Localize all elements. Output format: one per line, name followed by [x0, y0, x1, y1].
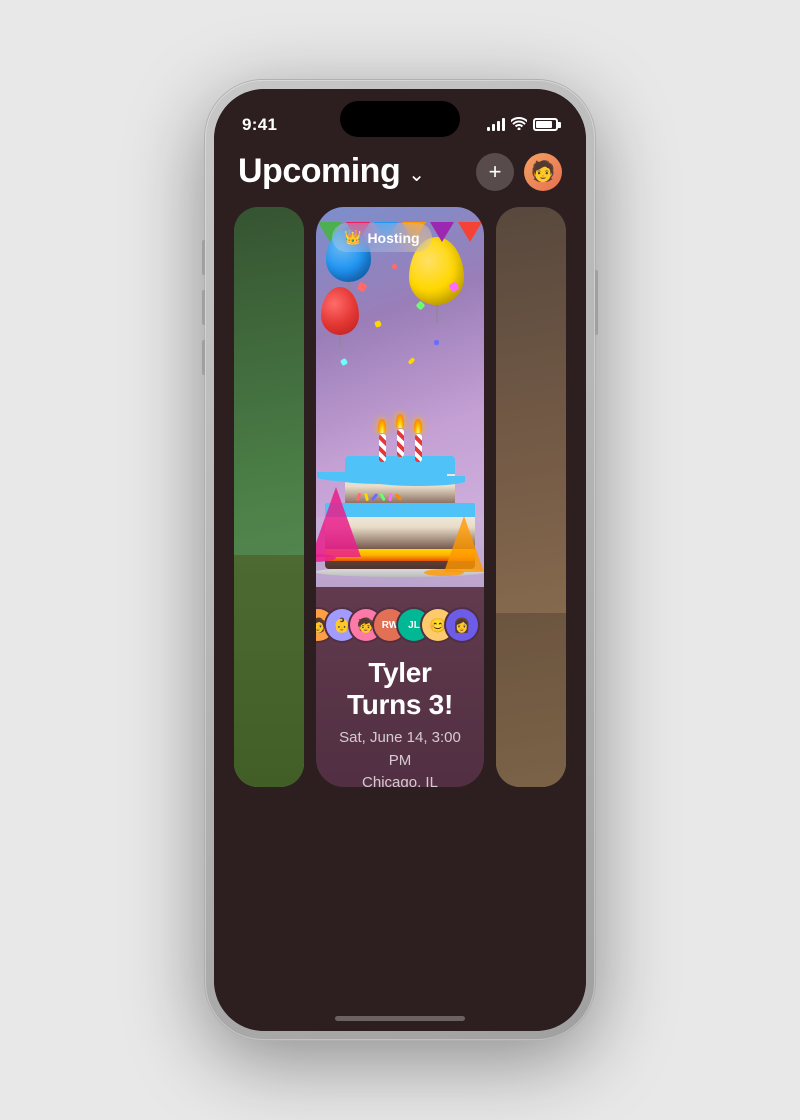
avatar-emoji: 🧑: [531, 159, 556, 184]
confetti: [374, 320, 382, 328]
candle-2: [396, 414, 404, 457]
confetti: [391, 263, 397, 269]
flame-1: [378, 419, 386, 433]
add-event-button[interactable]: +: [476, 153, 514, 191]
guests-row: 🧑 👶 🧒 RW JL 😊 👩: [316, 603, 484, 647]
confetti: [340, 358, 348, 366]
plus-icon: +: [489, 161, 502, 183]
confetti: [408, 357, 416, 365]
hosting-badge: 👑 Hosting: [332, 223, 432, 252]
wifi-icon: [511, 117, 527, 133]
chevron-down-icon: ⌄: [408, 162, 425, 187]
crown-icon: 👑: [344, 229, 361, 246]
signal-icon: [487, 118, 505, 131]
hosting-label: Hosting: [367, 230, 419, 246]
phone-frame: 9:41: [205, 80, 595, 1040]
event-date-time-line1: Sat, June 14, 3:00 PM: [336, 727, 464, 772]
party-hat-left: [316, 487, 361, 557]
cake-sprinkles: [357, 493, 443, 501]
app-header: Upcoming ⌄ + 🧑: [214, 144, 586, 207]
status-icons: [487, 117, 558, 133]
event-title: Tyler Turns 3!: [336, 657, 464, 721]
home-indicator: [335, 1016, 465, 1021]
screen: 9:41: [214, 89, 586, 1031]
candle-stick-3: [415, 434, 422, 462]
flame-3: [414, 419, 422, 433]
confetti: [433, 340, 439, 346]
content-area: 👑 Hosting 🧑 👶 🧒 RW JL 😊: [214, 207, 586, 1031]
page-title: Upcoming: [238, 152, 400, 191]
candle-1: [378, 419, 386, 462]
phone-inner: 9:41: [214, 89, 586, 1031]
battery-icon: [533, 118, 558, 131]
header-title-group[interactable]: Upcoming ⌄: [238, 152, 425, 191]
candle-stick-1: [379, 434, 386, 462]
confetti: [357, 282, 368, 293]
flame-2: [396, 414, 404, 428]
event-banner-image: 👑 Hosting: [316, 207, 484, 587]
candle-stick-2: [397, 429, 404, 457]
party-hat-right: [444, 516, 484, 572]
status-time: 9:41: [242, 115, 277, 135]
event-info-panel: 🧑 👶 🧒 RW JL 😊 👩 Tyler Turns 3! Sat, June…: [316, 587, 484, 787]
main-event-card[interactable]: 👑 Hosting 🧑 👶 🧒 RW JL 😊: [316, 207, 484, 787]
balloon-red: [321, 287, 359, 335]
previous-event-card[interactable]: [234, 207, 304, 787]
header-actions: + 🧑: [476, 153, 562, 191]
user-avatar-button[interactable]: 🧑: [524, 153, 562, 191]
dynamic-island: [340, 101, 460, 137]
event-location: Chicago, IL: [336, 772, 464, 787]
next-event-card[interactable]: [496, 207, 566, 787]
event-datetime: Sat, June 14, 3:00 PM Chicago, IL: [336, 727, 464, 787]
candle-3: [414, 419, 422, 462]
guest-avatar-7: 👩: [444, 607, 480, 643]
candles: [378, 414, 422, 462]
